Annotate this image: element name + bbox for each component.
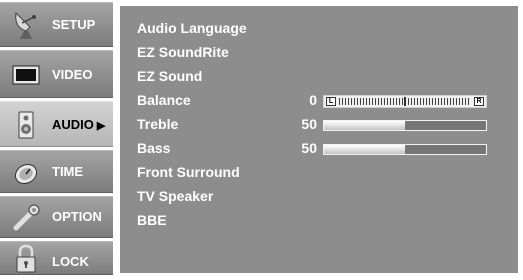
satellite-dish-icon bbox=[10, 9, 42, 41]
menu-item-setup[interactable]: SETUP bbox=[0, 2, 113, 47]
menu-label-audio: AUDIO ▶ bbox=[52, 117, 105, 132]
padlock-icon bbox=[10, 243, 42, 275]
balance-center-marker bbox=[404, 97, 406, 106]
treble-level-fill bbox=[324, 121, 405, 130]
menu-label-lock: LOCK bbox=[52, 254, 89, 269]
option-ez-sound[interactable]: EZ Sound bbox=[137, 66, 507, 88]
menu-item-audio[interactable]: AUDIO ▶ bbox=[0, 101, 113, 147]
menu-item-option[interactable]: OPTION bbox=[0, 196, 113, 238]
menu-label-option: OPTION bbox=[52, 209, 102, 224]
submenu-arrow-icon: ▶ bbox=[96, 120, 106, 132]
option-label: Bass bbox=[137, 140, 171, 156]
balance-left-tag: L bbox=[326, 97, 336, 106]
menu-label-time: TIME bbox=[52, 164, 84, 179]
tv-screen-icon bbox=[10, 59, 42, 91]
clock-icon bbox=[10, 157, 42, 189]
bass-level-fill bbox=[324, 145, 405, 154]
option-tv-speaker[interactable]: TV Speaker bbox=[137, 186, 507, 208]
bass-value: 50 bbox=[301, 140, 317, 156]
balance-slider[interactable]: L R bbox=[323, 95, 487, 108]
option-label: EZ Sound bbox=[137, 68, 203, 84]
treble-level-bar[interactable] bbox=[323, 120, 487, 131]
option-label: TV Speaker bbox=[137, 188, 214, 204]
option-label: Balance bbox=[137, 92, 191, 108]
balance-right-tag: R bbox=[474, 97, 484, 106]
menu-item-time[interactable]: TIME bbox=[0, 150, 113, 193]
option-ez-soundrite[interactable]: EZ SoundRite bbox=[137, 42, 507, 64]
option-audio-language[interactable]: Audio Language bbox=[137, 18, 507, 40]
wrench-icon bbox=[10, 202, 42, 234]
option-treble[interactable]: Treble 50 bbox=[137, 114, 507, 136]
option-balance[interactable]: Balance 0 L R bbox=[137, 90, 507, 112]
menu-label-setup: SETUP bbox=[52, 17, 96, 32]
bass-level-bar[interactable] bbox=[323, 144, 487, 155]
menu-item-lock[interactable]: LOCK bbox=[0, 241, 113, 275]
menu-item-video[interactable]: VIDEO bbox=[0, 50, 113, 98]
speaker-icon bbox=[10, 109, 42, 141]
option-label: BBE bbox=[137, 212, 167, 228]
balance-value: 0 bbox=[309, 92, 317, 108]
menu-label-audio-text: AUDIO bbox=[52, 117, 94, 132]
option-bass[interactable]: Bass 50 bbox=[137, 138, 507, 160]
option-front-surround[interactable]: Front Surround bbox=[137, 162, 507, 184]
option-label: Treble bbox=[137, 116, 179, 132]
treble-value: 50 bbox=[301, 116, 317, 132]
option-label: Audio Language bbox=[137, 20, 247, 36]
option-bbe[interactable]: BBE bbox=[137, 210, 507, 232]
option-label: EZ SoundRite bbox=[137, 44, 229, 60]
option-label: Front Surround bbox=[137, 164, 240, 180]
tv-osd-screen: SETUP VIDEO AUDIO ▶ TIME OPTION LOCK Aud… bbox=[0, 0, 523, 275]
menu-label-video: VIDEO bbox=[52, 67, 93, 82]
audio-settings-panel: Audio Language EZ SoundRite EZ Sound Bal… bbox=[120, 6, 518, 273]
